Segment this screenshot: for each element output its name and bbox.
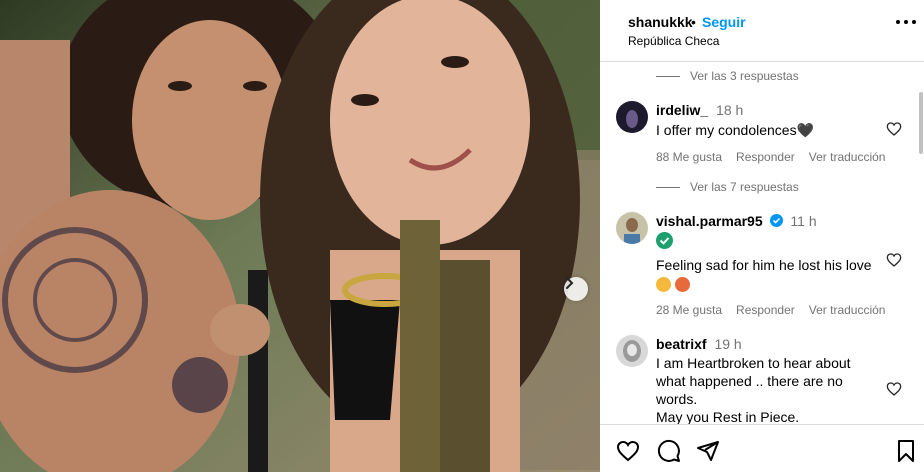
translate-button[interactable]: Ver traducción xyxy=(809,301,886,319)
comment-time[interactable]: 11 h xyxy=(790,213,816,229)
action-bar xyxy=(600,424,924,472)
heart-icon[interactable] xyxy=(886,252,902,268)
avatar-image xyxy=(616,101,648,133)
sad-face-emoji-icon xyxy=(656,277,671,292)
avatar[interactable] xyxy=(616,101,648,133)
comment-text: I offer my condolences🖤 xyxy=(656,122,815,138)
avatar-image xyxy=(616,212,648,244)
follow-button[interactable]: Seguir xyxy=(702,14,746,30)
comments-list: Ver las 3 respuestas irdeliw_ 18 h I off… xyxy=(600,62,924,424)
next-photo-button[interactable] xyxy=(564,277,588,301)
comment-meta: 28 Me gusta Responder Ver traducción xyxy=(656,301,890,319)
post-location[interactable]: República Checa xyxy=(628,34,719,48)
comment-body: irdeliw_ 18 h I offer my condolences🖤 88… xyxy=(656,101,890,166)
post-header: shanukkk • Seguir República Checa xyxy=(600,0,924,62)
comment-meta: 88 Me gusta Responder Ver traducción xyxy=(656,148,890,166)
avatar-image xyxy=(616,335,648,367)
reply-button[interactable]: Responder xyxy=(736,301,795,319)
comment-body: vishal.parmar95 11 h Feeling sad for him… xyxy=(656,212,890,319)
heart-icon[interactable] xyxy=(886,381,902,397)
checkmark-emoji-icon xyxy=(656,232,673,249)
scrollbar-thumb[interactable] xyxy=(919,92,923,154)
view-replies-toggle[interactable]: Ver las 7 respuestas xyxy=(656,180,799,194)
comment-username[interactable]: vishal.parmar95 xyxy=(656,213,763,229)
view-replies-label: Ver las 7 respuestas xyxy=(690,180,799,194)
comment-username[interactable]: beatrixf xyxy=(656,336,707,352)
heart-icon[interactable] xyxy=(886,121,902,137)
photo-illustration xyxy=(0,0,600,472)
comment-body: beatrixf 19 h I am Heartbroken to hear a… xyxy=(656,335,890,424)
comment-text: Feeling sad for him he lost his love xyxy=(656,257,872,273)
comment-likes[interactable]: 28 Me gusta xyxy=(656,301,722,319)
comment-text: I am Heartbroken to hear about what happ… xyxy=(656,355,851,424)
avatar[interactable] xyxy=(616,335,648,367)
share-icon[interactable] xyxy=(696,439,720,463)
comment-username[interactable]: irdeliw_ xyxy=(656,102,708,118)
post-username[interactable]: shanukkk xyxy=(628,14,693,30)
comment-time[interactable]: 19 h xyxy=(714,336,741,352)
replies-line xyxy=(656,75,680,77)
avatar[interactable] xyxy=(616,212,648,244)
bookmark-icon[interactable] xyxy=(894,439,918,463)
crying-cat-emoji-icon xyxy=(675,277,690,292)
more-options-icon[interactable] xyxy=(896,20,916,26)
comment-time[interactable]: 18 h xyxy=(716,102,743,118)
translate-button[interactable]: Ver traducción xyxy=(809,148,886,166)
view-replies-label: Ver las 3 respuestas xyxy=(690,69,799,83)
chevron-right-icon xyxy=(566,277,574,289)
reply-button[interactable]: Responder xyxy=(736,148,795,166)
post-photo xyxy=(0,0,600,472)
comment-icon[interactable] xyxy=(657,439,681,463)
heart-icon[interactable] xyxy=(616,439,640,463)
view-replies-toggle[interactable]: Ver las 3 respuestas xyxy=(656,69,799,83)
post-side-panel: shanukkk • Seguir República Checa Ver la… xyxy=(600,0,924,472)
emoji-row xyxy=(656,276,890,294)
header-separator: • xyxy=(691,14,696,30)
comment-likes[interactable]: 88 Me gusta xyxy=(656,148,722,166)
verified-badge-icon xyxy=(769,214,783,227)
replies-line xyxy=(656,186,680,188)
